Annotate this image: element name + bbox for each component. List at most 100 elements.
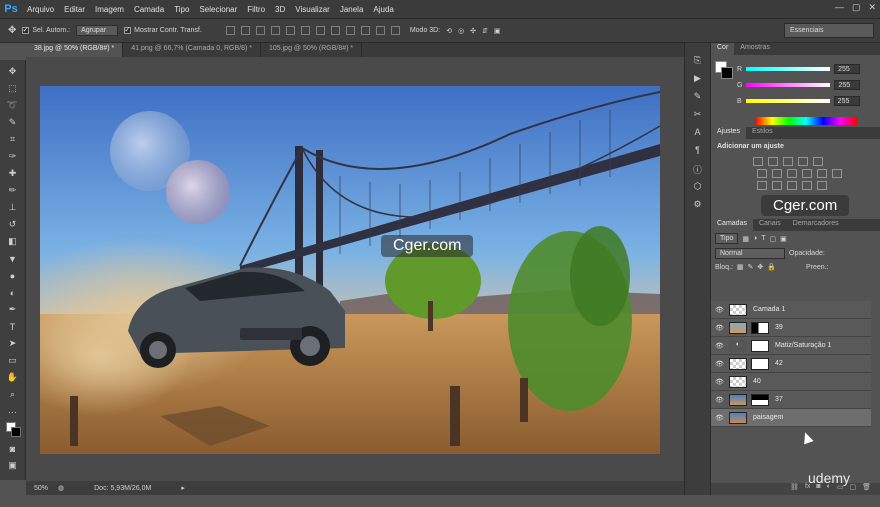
tab-paths[interactable]: Demarcadores [787,219,845,231]
gradient-map-icon[interactable] [817,181,827,190]
move-tool-icon[interactable]: ✥ [4,63,22,80]
marquee-tool-icon[interactable]: ⬚ [4,80,22,97]
tab-layers[interactable]: Camadas [711,219,753,231]
canvas-area[interactable]: Cger.com [26,57,684,481]
color-balance-icon[interactable] [772,169,782,178]
3d-icon[interactable]: ⬡ [691,181,705,195]
menu-selecionar[interactable]: Selecionar [194,5,242,14]
align-right-icon[interactable] [300,26,310,35]
healing-brush-tool-icon[interactable]: ✚ [4,165,22,182]
close-button[interactable]: ✕ [868,2,876,13]
workspace-dropdown[interactable]: Essenciais [784,23,874,38]
distribute-left-icon[interactable] [360,26,370,35]
align-vcenter-icon[interactable] [240,26,250,35]
layer-row[interactable]: 👁 39 [711,319,871,337]
align-left-icon[interactable] [270,26,280,35]
hue-saturation-icon[interactable] [757,169,767,178]
pen-tool-icon[interactable]: ✒ [4,301,22,318]
link-layers-icon[interactable]: ⛓ [790,483,799,495]
panel-background-swatch[interactable] [721,67,733,79]
minimize-button[interactable]: — [835,2,844,13]
threshold-icon[interactable] [787,181,797,190]
shape-tool-icon[interactable]: ▭ [4,352,22,369]
distribute-hcenter-icon[interactable] [375,26,385,35]
tab-adjustments[interactable]: Ajustes [711,127,746,139]
lock-pixels-icon[interactable]: ▦ [737,263,744,271]
zoom-level[interactable]: 50% [34,485,48,492]
layer-row[interactable]: 👁 ◐ Matiz/Saturação 1 [711,337,871,355]
tab-color[interactable]: Cor [711,43,735,55]
filter-shape-icon[interactable]: ▢ [770,235,777,243]
path-select-tool-icon[interactable]: ➤ [4,335,22,352]
blend-mode-select[interactable]: Normal [715,248,785,259]
layer-row-selected[interactable]: 👁 paisagem [711,409,871,427]
character-icon[interactable]: A [691,127,705,141]
blue-value-field[interactable]: 255 [833,96,860,106]
status-arrow-icon[interactable]: ▸ [181,484,185,492]
red-value-field[interactable]: 255 [834,64,861,74]
align-top-icon[interactable] [225,26,235,35]
align-bottom-icon[interactable] [255,26,265,35]
brush-presets-icon[interactable]: ✎ [691,91,705,105]
menu-3d[interactable]: 3D [270,5,290,14]
visibility-eye-icon[interactable]: 👁 [715,414,725,422]
history-brush-tool-icon[interactable]: ↺ [4,216,22,233]
paint-bucket-tool-icon[interactable]: ▼ [4,250,22,267]
menu-filtro[interactable]: Filtro [242,5,270,14]
clone-stamp-tool-icon[interactable]: ⊥ [4,199,22,216]
auto-select-dropdown[interactable]: Agrupar [76,25,119,36]
lock-all-icon[interactable]: 🔒 [767,263,776,271]
align-hcenter-icon[interactable] [285,26,295,35]
move-tool-preset-icon[interactable]: ✥ [8,25,16,36]
green-value-field[interactable]: 255 [834,80,861,90]
black-white-icon[interactable] [787,169,797,178]
vibrance-icon[interactable] [813,157,823,166]
lock-move-icon[interactable]: ✥ [757,263,763,271]
color-swatches[interactable] [4,420,22,440]
layer-row[interactable]: 👁 37 [711,391,871,409]
auto-select-option[interactable]: Sel. Autom.: [22,25,70,34]
more-tools-icon[interactable]: ··· [4,403,22,420]
photo-filter-icon[interactable] [802,169,812,178]
new-layer-icon[interactable]: ▢ [849,483,856,495]
posterize-icon[interactable] [772,181,782,190]
layer-row[interactable]: 👁 Camada 1 [711,301,871,319]
tab-styles[interactable]: Estilos [746,127,779,139]
distribute-top-icon[interactable] [315,26,325,35]
pan3d-icon[interactable]: ✣ [470,27,476,35]
filter-smart-icon[interactable]: ▣ [780,235,787,243]
auto-select-checkbox[interactable] [22,25,30,34]
menu-camada[interactable]: Camada [129,5,169,14]
roll3d-icon[interactable]: ◎ [458,27,464,35]
tab-channels[interactable]: Canais [753,219,787,231]
menu-tipo[interactable]: Tipo [169,5,194,14]
quick-select-tool-icon[interactable]: ✎ [4,114,22,131]
hand-tool-icon[interactable]: ✋ [4,369,22,386]
blue-slider[interactable] [745,99,830,103]
distribute-vcenter-icon[interactable] [330,26,340,35]
layer-row[interactable]: 👁 40 [711,373,871,391]
distribute-right-icon[interactable] [390,26,400,35]
type-tool-icon[interactable]: T [4,318,22,335]
brightness-icon[interactable] [753,157,763,166]
menu-arquivo[interactable]: Arquivo [22,5,59,14]
color-lookup-icon[interactable] [832,169,842,178]
green-slider[interactable] [746,83,831,87]
info-icon[interactable]: ⓘ [691,163,705,177]
visibility-eye-icon[interactable]: 👁 [715,360,725,368]
visibility-eye-icon[interactable]: 👁 [715,306,725,314]
quick-mask-icon[interactable]: ◙ [4,440,22,457]
layer-filter-kind[interactable]: Tipo [715,233,739,244]
exposure-icon[interactable] [798,157,808,166]
document-canvas[interactable] [40,86,660,454]
properties-icon[interactable]: ⚙ [691,199,705,213]
eyedropper-tool-icon[interactable]: ✑ [4,148,22,165]
actions-play-icon[interactable]: ▶ [691,73,705,87]
screen-mode-icon[interactable]: ▣ [4,457,22,474]
menu-ajuda[interactable]: Ajuda [368,5,398,14]
show-transform-option[interactable]: Mostrar Contr. Transf. [124,25,202,34]
menu-imagem[interactable]: Imagem [90,5,129,14]
scale3d-icon[interactable]: ▣ [494,27,501,35]
lock-paint-icon[interactable]: ✎ [748,263,754,271]
levels-icon[interactable] [768,157,778,166]
